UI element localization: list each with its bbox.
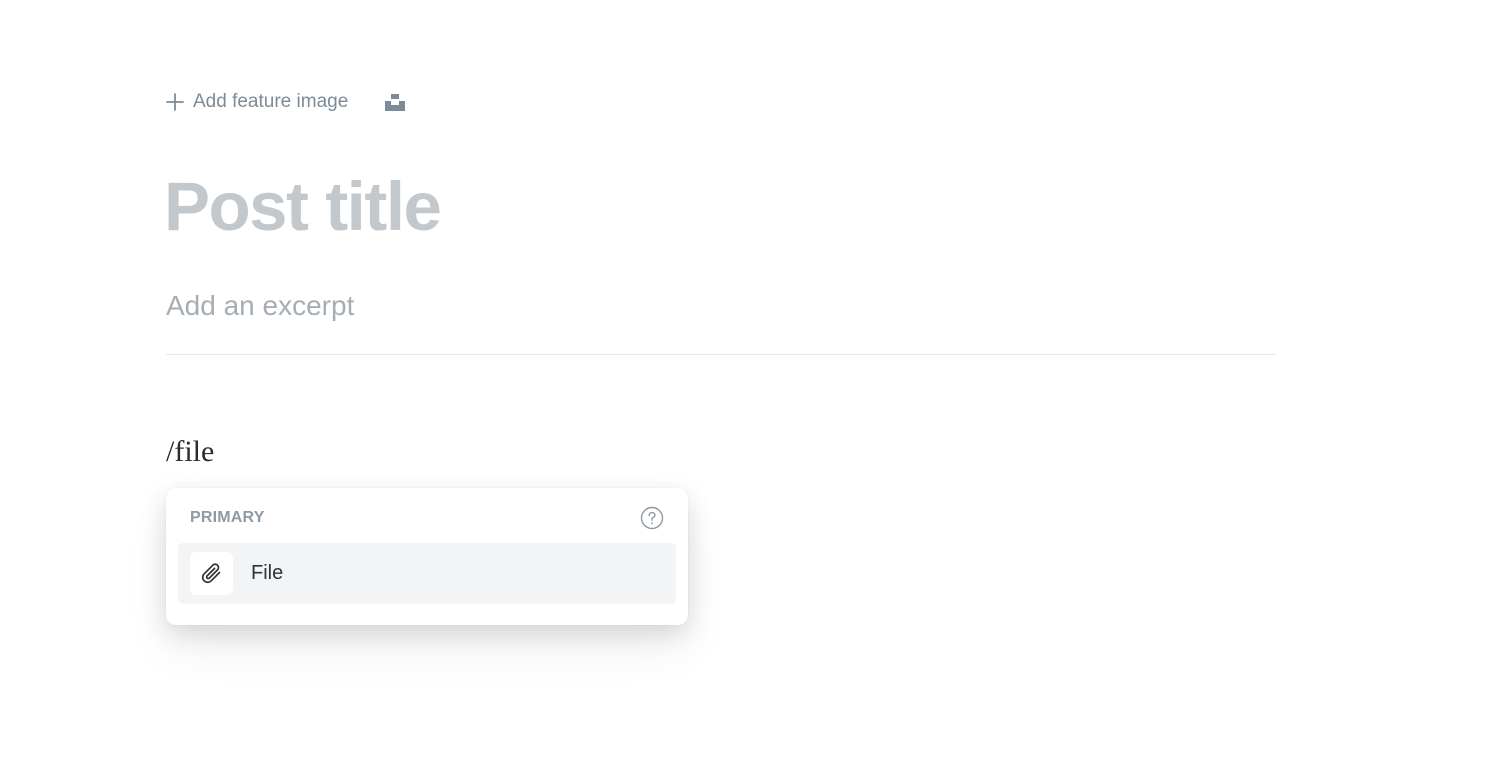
excerpt-input[interactable]: Add an excerpt	[166, 289, 354, 323]
slash-command-menu: PRIMARY File	[166, 488, 688, 625]
feature-image-row: Add feature image	[166, 88, 406, 116]
menu-section-header: PRIMARY	[190, 506, 664, 530]
help-circle-icon[interactable]	[640, 506, 664, 530]
add-feature-image-label: Add feature image	[193, 91, 349, 112]
plus-icon	[166, 93, 184, 111]
section-label-primary: PRIMARY	[190, 509, 265, 526]
editor-body-paragraph[interactable]: /file	[166, 434, 214, 470]
post-title-input[interactable]: Post title	[164, 172, 442, 241]
post-editor: Add feature image Post title Add an exce…	[0, 0, 1489, 771]
title-divider	[166, 354, 1276, 355]
menu-item-file[interactable]: File	[178, 543, 676, 604]
unsplash-icon[interactable]	[384, 91, 406, 113]
menu-item-label: File	[251, 562, 284, 584]
add-feature-image-button[interactable]: Add feature image	[166, 91, 348, 113]
paperclip-icon	[190, 552, 233, 595]
